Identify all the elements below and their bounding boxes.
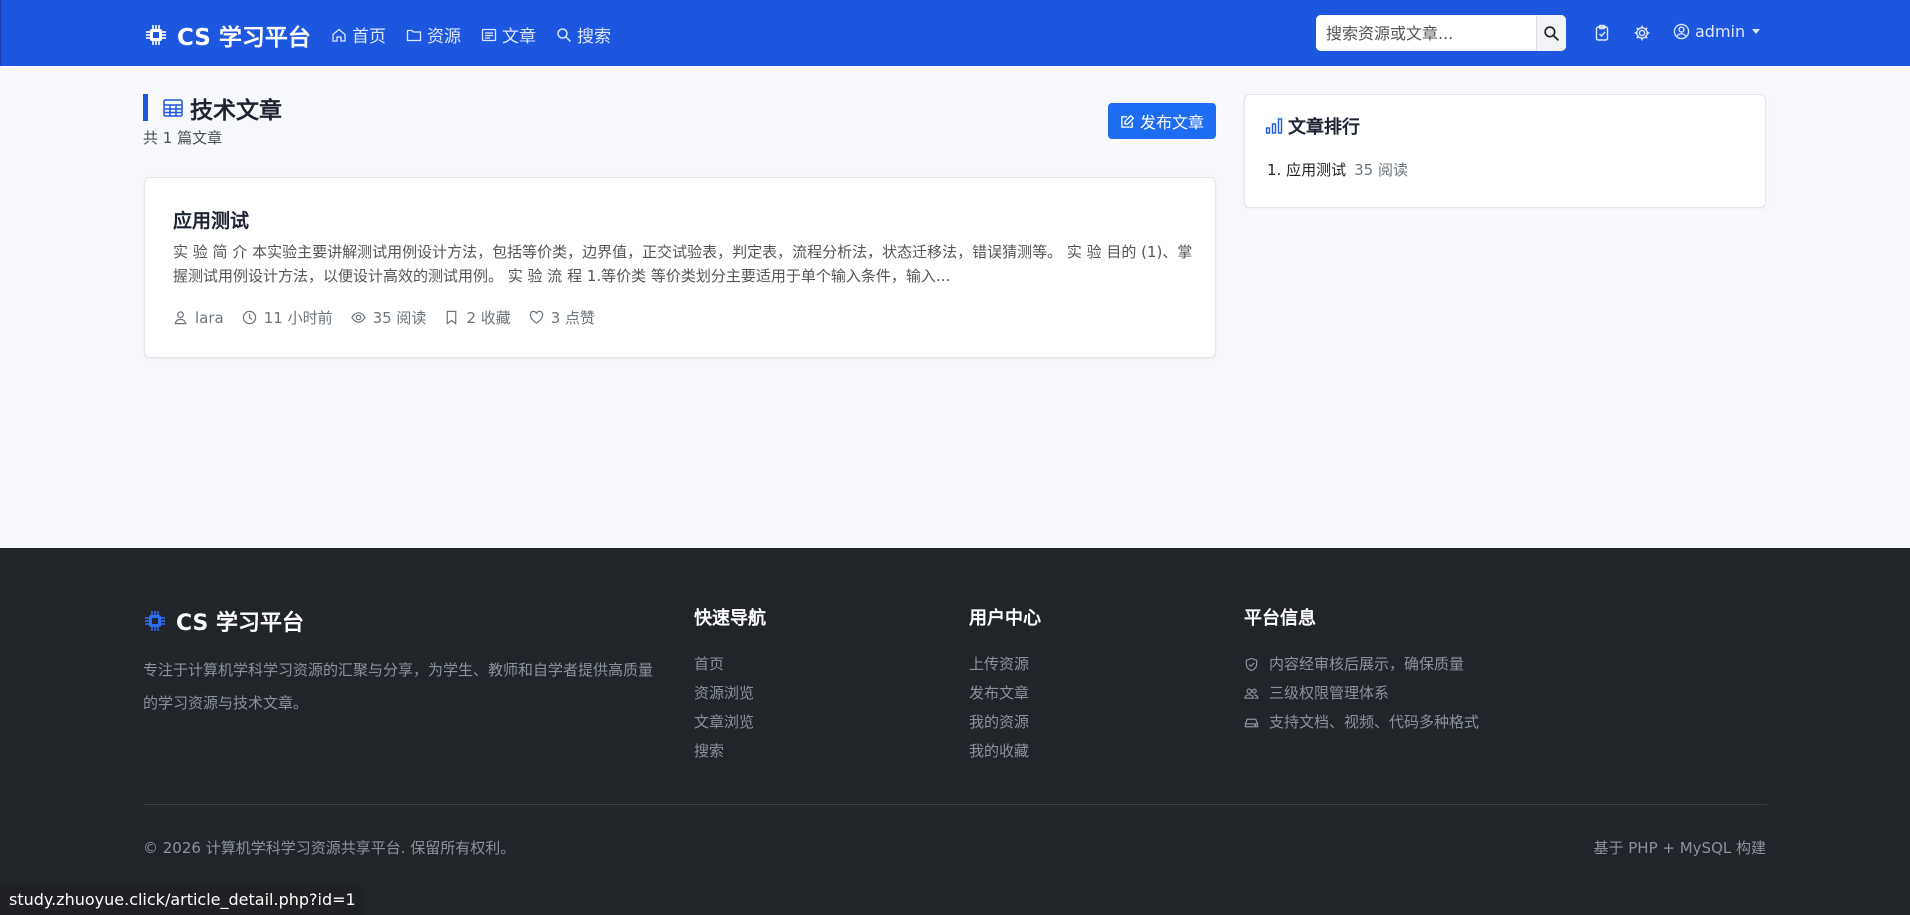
footer-link-resources[interactable]: 资源浏览	[694, 679, 766, 708]
nav-search[interactable]: 搜索	[556, 22, 611, 47]
article-meta: lara 11 小时前 35 阅读 2 收藏 3 点赞	[173, 307, 595, 328]
ranking-title: 文章排行	[1265, 113, 1360, 139]
ranking-item-label: 1. 应用测试	[1267, 161, 1347, 179]
footer-info-permissions-text: 三级权限管理体系	[1269, 684, 1390, 702]
footer-user-center-title: 用户中心	[969, 608, 1041, 629]
person-circle-icon	[1673, 23, 1690, 40]
nav-home[interactable]: 首页	[331, 22, 386, 47]
meta-favorites: 2 收藏	[444, 307, 511, 328]
ranking-item[interactable]: 1. 应用测试 35 阅读	[1267, 159, 1408, 180]
chevron-down-icon	[1752, 29, 1761, 34]
clipboard-check-icon[interactable]	[1593, 24, 1611, 42]
meta-time: 11 小时前	[242, 307, 333, 328]
person-icon	[174, 311, 187, 325]
user-menu-toggle[interactable]: admin	[1673, 22, 1761, 41]
footer-description: 专注于计算机学科学习资源的汇聚与分享，为学生、教师和自学者提供高质量的学习资源与…	[143, 661, 654, 712]
footer-info-formats-text: 支持文档、视频、代码多种格式	[1269, 713, 1480, 731]
footer-link-articles[interactable]: 文章浏览	[694, 708, 766, 737]
article-card[interactable]: 应用测试 实 验 简 介 本实验主要讲解测试用例设计方法，包括等价类，边界值，正…	[144, 177, 1216, 358]
cpu-chip-icon	[146, 25, 166, 45]
footer-platform-info: 平台信息 内容经审核后展示，确保质量 三级权限管理体系 支持文档、视频、代码多种…	[1244, 604, 1479, 737]
footer-link-publish[interactable]: 发布文章	[969, 679, 1041, 708]
article-title[interactable]: 应用测试	[173, 206, 249, 233]
footer-brand: CS 学习平台	[143, 605, 304, 637]
cpu-chip-icon	[145, 611, 165, 631]
heart-icon	[529, 310, 543, 324]
publish-article-label: 发布文章	[1139, 113, 1204, 132]
ranking-card: 文章排行 1. 应用测试 35 阅读	[1244, 94, 1766, 208]
read-count: 35 阅读	[372, 309, 427, 327]
search-form	[1316, 15, 1566, 51]
bookmark-icon	[447, 310, 457, 325]
nav-resources-label: 资源	[427, 27, 461, 47]
publish-time: 11 小时前	[263, 309, 333, 327]
ranking-item-reads: 35 阅读	[1354, 161, 1408, 179]
gear-icon[interactable]	[1633, 24, 1651, 42]
search-icon	[1544, 25, 1560, 41]
nav-articles[interactable]: 文章	[481, 22, 536, 47]
meta-likes: 3 点赞	[529, 307, 595, 328]
pencil-square-icon	[1121, 114, 1135, 128]
footer-link-upload[interactable]: 上传资源	[969, 650, 1041, 679]
page-title-text: 技术文章	[190, 97, 282, 124]
brand-name: CS 学习平台	[177, 25, 311, 51]
nav-home-label: 首页	[352, 27, 386, 47]
eye-icon	[350, 312, 366, 323]
nav-resources[interactable]: 资源	[406, 22, 461, 47]
section-header: 技术文章 共 1 篇文章	[143, 94, 282, 148]
footer-brand-name: CS 学习平台	[176, 611, 305, 636]
newspaper-icon	[481, 28, 497, 41]
footer-quick-nav: 快速导航 首页 资源浏览 文章浏览 搜索	[694, 604, 766, 766]
footer-link-my-resources[interactable]: 我的资源	[969, 708, 1041, 737]
footer-copyright: © 2026 计算机学科学习资源共享平台. 保留所有权利。	[143, 839, 516, 857]
folder-icon	[406, 29, 422, 41]
home-icon	[332, 28, 346, 42]
footer-link-home[interactable]: 首页	[694, 650, 766, 679]
clock-icon	[242, 310, 256, 325]
footer-quick-nav-title: 快速导航	[694, 608, 766, 629]
footer-info-permissions: 三级权限管理体系	[1244, 679, 1479, 708]
top-navbar: CS 学习平台 首页 资源 文章 搜索 admin	[0, 0, 1910, 66]
meta-author: lara	[173, 307, 224, 328]
footer-divider	[143, 804, 1767, 805]
status-bar-url: study.zhuoyue.click/article_detail.php?i…	[0, 885, 365, 915]
table-icon	[163, 98, 183, 117]
footer-info-review-text: 内容经审核后展示，确保质量	[1269, 655, 1465, 673]
bar-chart-icon	[1265, 118, 1283, 134]
article-excerpt: 实 验 简 介 本实验主要讲解测试用例设计方法，包括等价类，边界值，正交试验表，…	[173, 243, 1193, 285]
footer-user-center: 用户中心 上传资源 发布文章 我的资源 我的收藏	[969, 604, 1041, 766]
meta-reads: 35 阅读	[350, 307, 427, 328]
like-count: 3 点赞	[550, 309, 596, 327]
nav-links: 首页 资源 文章 搜索	[331, 22, 611, 47]
footer-platform-info-title: 平台信息	[1244, 608, 1316, 629]
nav-search-label: 搜索	[577, 27, 611, 47]
article-count: 共 1 篇文章	[143, 129, 223, 147]
username: admin	[1695, 22, 1746, 41]
footer-link-search[interactable]: 搜索	[694, 737, 766, 766]
ranking-title-text: 文章排行	[1288, 117, 1360, 138]
footer-info-formats: 支持文档、视频、代码多种格式	[1244, 708, 1479, 737]
search-submit-button[interactable]	[1536, 15, 1566, 51]
search-icon	[557, 27, 572, 42]
footer: CS 学习平台 专注于计算机学科学习资源的汇聚与分享，为学生、教师和自学者提供高…	[0, 548, 1910, 915]
nav-articles-label: 文章	[502, 27, 536, 47]
publish-article-button[interactable]: 发布文章	[1108, 103, 1216, 139]
shield-check-icon	[1245, 657, 1258, 672]
author-name: lara	[195, 308, 224, 327]
footer-built-with: 基于 PHP + MySQL 构建	[1593, 839, 1766, 857]
search-input[interactable]	[1316, 15, 1536, 51]
page-title: 技术文章	[143, 94, 282, 124]
people-icon	[1244, 688, 1259, 699]
favorite-count: 2 收藏	[466, 309, 511, 327]
hdd-icon	[1244, 718, 1259, 728]
brand-link[interactable]: CS 学习平台	[144, 18, 311, 52]
footer-info-review: 内容经审核后展示，确保质量	[1244, 650, 1479, 679]
footer-link-my-favorites[interactable]: 我的收藏	[969, 737, 1041, 766]
